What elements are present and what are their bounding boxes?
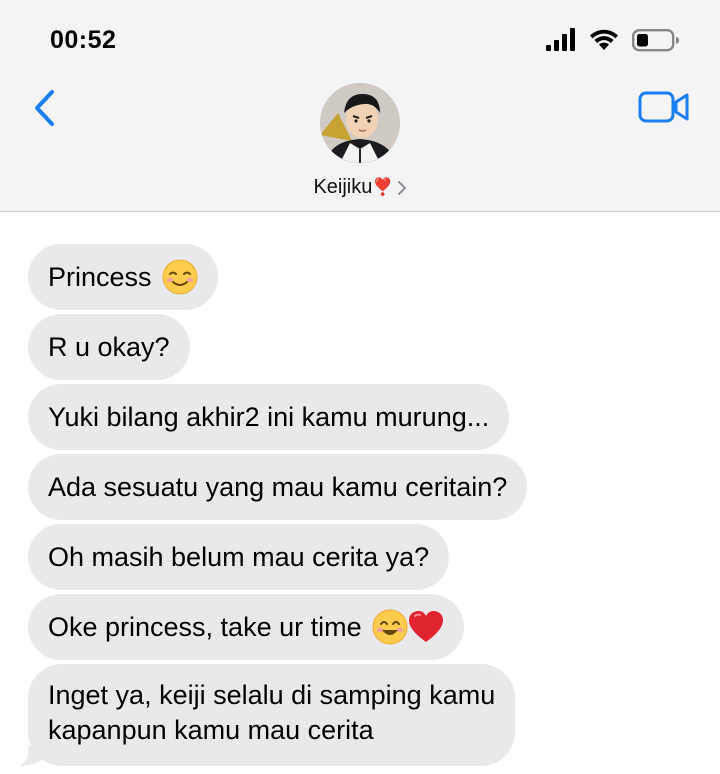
wifi-icon bbox=[590, 29, 618, 50]
red-heart-emoji bbox=[408, 611, 443, 642]
status-icons bbox=[546, 28, 679, 52]
bubble-tail bbox=[20, 746, 42, 766]
relaxed-face-emoji bbox=[162, 259, 198, 295]
message-bubble[interactable]: Oke princess, take ur time bbox=[28, 594, 464, 660]
message-text: R u okay? bbox=[48, 331, 170, 362]
message-bubble[interactable]: Oh masih belum mau cerita ya? bbox=[28, 524, 450, 590]
smiling-face-emoji bbox=[372, 609, 408, 645]
contact-name-emoji: ❣️ bbox=[372, 177, 394, 197]
contact-name: Keijiku bbox=[313, 176, 373, 198]
contact-info-link[interactable]: Keijiku❣️ bbox=[0, 176, 720, 204]
message-bubble[interactable]: Inget ya, keiji selalu di samping kamu k… bbox=[20, 664, 516, 766]
message-text: Yuki bilang akhir2 ini kamu murung... bbox=[48, 401, 490, 432]
back-chevron-icon[interactable] bbox=[28, 86, 62, 130]
message-text: Oke princess, take ur time bbox=[48, 611, 362, 642]
contact-avatar[interactable] bbox=[320, 83, 400, 163]
video-call-icon[interactable] bbox=[638, 90, 690, 124]
battery-icon bbox=[632, 29, 679, 52]
message-bubble[interactable]: Ada sesuatu yang mau kamu ceritain? bbox=[28, 454, 528, 520]
message-bubble[interactable]: Yuki bilang akhir2 ini kamu murung... bbox=[28, 384, 510, 450]
message-bubble[interactable]: Princess bbox=[28, 244, 218, 310]
message-bubble[interactable]: R u okay? bbox=[28, 314, 190, 380]
message-text-line: Inget ya, keiji selalu di samping kamu bbox=[48, 680, 496, 710]
message-text: Oh masih belum mau cerita ya? bbox=[48, 541, 430, 572]
avatar-illustration bbox=[320, 83, 400, 163]
status-time: 00:52 bbox=[50, 26, 117, 54]
chevron-right-icon bbox=[397, 180, 406, 195]
cellular-signal-icon bbox=[546, 28, 575, 51]
message-text-line: kapanpun kamu mau cerita bbox=[48, 715, 374, 745]
message-text: Princess bbox=[48, 261, 152, 292]
conversation-header: 00:52 Keijiku❣️ bbox=[0, 0, 720, 212]
message-text: Ada sesuatu yang mau kamu ceritain? bbox=[48, 471, 508, 502]
